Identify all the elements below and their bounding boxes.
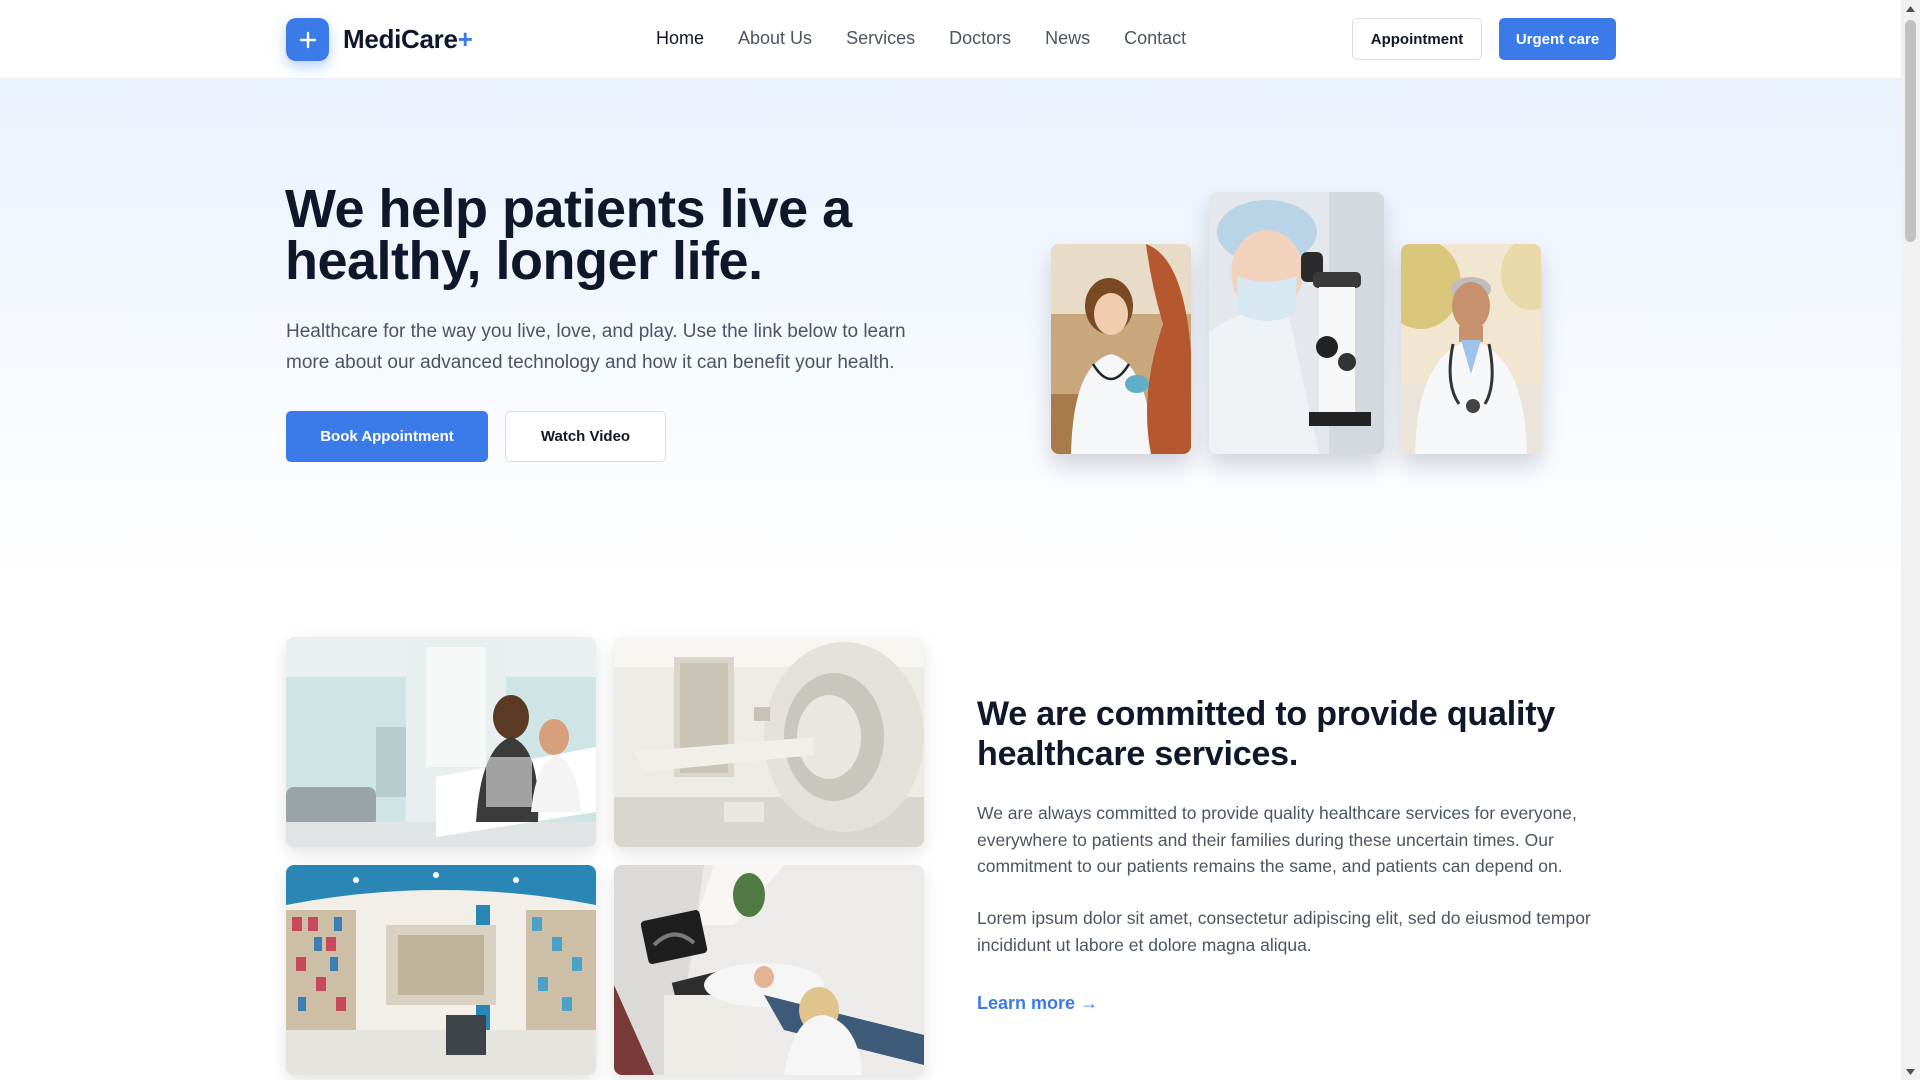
about-paragraph-2: Lorem ipsum dolor sit amet, consectetur … xyxy=(977,908,1591,955)
site-header: MediCare+ Home About Us Services Doctors… xyxy=(0,0,1901,79)
nav-news[interactable]: News xyxy=(1045,28,1090,49)
about-title: We are committed to provide quality heal… xyxy=(977,695,1556,773)
watch-video-button[interactable]: Watch Video xyxy=(505,411,666,462)
brand-name: MediCare+ xyxy=(343,24,473,55)
nav-contact[interactable]: Contact xyxy=(1124,28,1186,49)
arrow-up-icon[interactable] xyxy=(1901,0,1920,17)
hero-subtitle: Healthcare for the way you live, love, a… xyxy=(286,321,906,373)
about-paragraph-1: We are always committed to provide quali… xyxy=(977,803,1577,876)
book-appointment-button[interactable]: Book Appointment xyxy=(286,411,488,462)
mri-scanner-photo xyxy=(614,637,924,847)
urgent-care-button[interactable]: Urgent care xyxy=(1499,18,1616,60)
reception-desk-photo xyxy=(286,637,596,847)
vertical-scrollbar[interactable] xyxy=(1901,0,1920,1080)
main-nav: Home About Us Services Doctors News Cont… xyxy=(656,28,1220,49)
logo[interactable]: MediCare+ xyxy=(286,18,473,61)
arrow-down-icon[interactable] xyxy=(1901,1063,1920,1080)
page: MediCare+ Home About Us Services Doctors… xyxy=(0,0,1901,1080)
brand-plus: + xyxy=(457,24,473,54)
nav-doctors[interactable]: Doctors xyxy=(949,28,1011,49)
hero-section: We help patients live a healthy, longer … xyxy=(0,79,1901,579)
pharmacy-interior-photo xyxy=(286,865,596,1075)
scrollbar-thumb[interactable] xyxy=(1905,20,1916,242)
nav-about-us[interactable]: About Us xyxy=(738,28,812,49)
nav-services[interactable]: Services xyxy=(846,28,915,49)
ultrasound-exam-photo xyxy=(614,865,924,1075)
nav-home[interactable]: Home xyxy=(656,28,704,49)
plus-icon xyxy=(286,18,329,61)
appointment-button[interactable]: Appointment xyxy=(1352,18,1482,60)
lab-researcher-photo xyxy=(1209,192,1384,454)
brand-name-text: MediCare xyxy=(343,24,458,54)
senior-doctor-photo xyxy=(1401,244,1541,454)
doctor-with-patient-photo xyxy=(1051,244,1191,454)
learn-more-link[interactable]: Learn more → xyxy=(977,993,1098,1014)
hero-title: We help patients live a healthy, longer … xyxy=(285,179,852,291)
